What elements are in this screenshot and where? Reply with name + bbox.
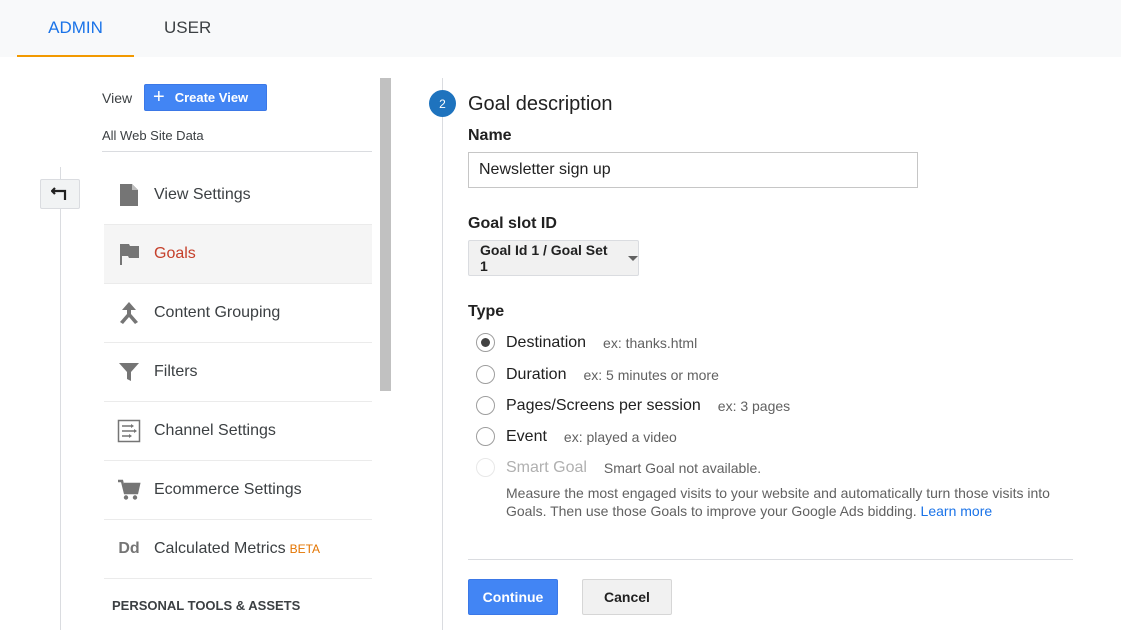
- type-option-example: ex: 3 pages: [717, 397, 791, 414]
- view-divider: [102, 151, 372, 152]
- nav-divider: [60, 167, 61, 630]
- sidebar-item-label: Calculated Metrics: [154, 540, 286, 557]
- tab-user[interactable]: USER: [164, 18, 211, 57]
- create-view-label: Create View: [174, 90, 249, 105]
- type-option-example: ex: 5 minutes or more: [583, 366, 719, 383]
- sidebar-item-label: Filters: [154, 363, 198, 380]
- smart-goal-note: Measure the most engaged visits to your …: [506, 484, 1066, 520]
- sidebar-item-label: Ecommerce Settings: [154, 481, 302, 498]
- sidebar-item-channel-settings[interactable]: Channel Settings: [104, 402, 372, 461]
- step-line: [442, 78, 443, 630]
- sidebar-item-label: Goals: [154, 245, 196, 262]
- caret-down-icon: [628, 255, 638, 261]
- radio-button[interactable]: [476, 427, 495, 446]
- type-option-label: Pages/Screens per session: [506, 396, 701, 414]
- dd-icon: Dd: [118, 540, 140, 557]
- radio-button: [476, 458, 495, 477]
- section-title-personal-tools: PERSONAL TOOLS & ASSETS: [112, 598, 301, 613]
- name-label: Name: [468, 127, 512, 144]
- type-label: Type: [468, 303, 505, 320]
- view-selector[interactable]: All Web Site Data: [102, 128, 204, 143]
- document-icon: [104, 183, 154, 207]
- cart-icon: [104, 479, 154, 501]
- goal-slot-select[interactable]: Goal Id 1 / Goal Set 1: [468, 240, 639, 276]
- beta-badge: BETA: [289, 542, 321, 556]
- learn-more-link[interactable]: Learn more: [921, 503, 993, 519]
- type-option-label: Smart Goal: [506, 458, 587, 476]
- grouping-icon: [104, 301, 154, 325]
- type-option-label: Duration: [506, 365, 567, 383]
- type-option-example: ex: thanks.html: [603, 334, 698, 351]
- goal-description-title: Goal description: [468, 93, 613, 115]
- sidebar-nav: View Settings Goals Content Grouping Fil…: [104, 166, 372, 579]
- type-option-destination[interactable]: Destination ex: thanks.html: [476, 333, 697, 352]
- form-divider: [468, 559, 1073, 560]
- type-option-label: Destination: [506, 333, 587, 351]
- goal-slot-value: Goal Id 1 / Goal Set 1: [480, 242, 608, 274]
- radio-button[interactable]: [476, 333, 495, 352]
- continue-button[interactable]: Continue: [468, 579, 558, 615]
- view-label: View: [102, 90, 133, 106]
- filter-icon: [104, 361, 154, 383]
- radio-button[interactable]: [476, 396, 495, 415]
- type-option-duration[interactable]: Duration ex: 5 minutes or more: [476, 365, 719, 384]
- radio-button[interactable]: [476, 365, 495, 384]
- step-number: 2: [429, 90, 456, 117]
- sidebar-item-goals[interactable]: Goals: [104, 225, 372, 284]
- sidebar-item-view-settings[interactable]: View Settings: [104, 166, 372, 225]
- sidebar-item-filters[interactable]: Filters: [104, 343, 372, 402]
- create-view-button[interactable]: + Create View: [144, 84, 267, 111]
- sidebar-item-calculated-metrics[interactable]: Dd Calculated Metrics BETA: [104, 520, 372, 579]
- cancel-button[interactable]: Cancel: [582, 579, 672, 615]
- sidebar-scrollbar[interactable]: [380, 78, 391, 391]
- sidebar-item-ecommerce-settings[interactable]: Ecommerce Settings: [104, 461, 372, 520]
- tab-admin[interactable]: ADMIN: [17, 18, 134, 57]
- type-option-example: ex: played a video: [563, 428, 677, 445]
- channel-icon: [104, 419, 154, 443]
- plus-icon: +: [153, 85, 165, 108]
- goal-slot-label: Goal slot ID: [468, 215, 557, 232]
- type-option-smart-goal: Smart Goal Smart Goal not available.: [476, 458, 761, 477]
- sidebar-item-label: Channel Settings: [154, 422, 276, 439]
- type-option-label: Event: [506, 427, 547, 445]
- sidebar-item-label: Content Grouping: [154, 304, 281, 321]
- type-option-pages-screens[interactable]: Pages/Screens per session ex: 3 pages: [476, 396, 790, 415]
- sidebar-item-label: View Settings: [154, 186, 251, 203]
- goal-name-input[interactable]: [468, 152, 918, 188]
- back-button[interactable]: [40, 179, 80, 209]
- sidebar-item-content-grouping[interactable]: Content Grouping: [104, 284, 372, 343]
- flag-icon: [104, 242, 154, 266]
- back-arrow-icon: [51, 187, 67, 200]
- type-option-event[interactable]: Event ex: played a video: [476, 427, 677, 446]
- type-option-example: Smart Goal not available.: [603, 459, 762, 476]
